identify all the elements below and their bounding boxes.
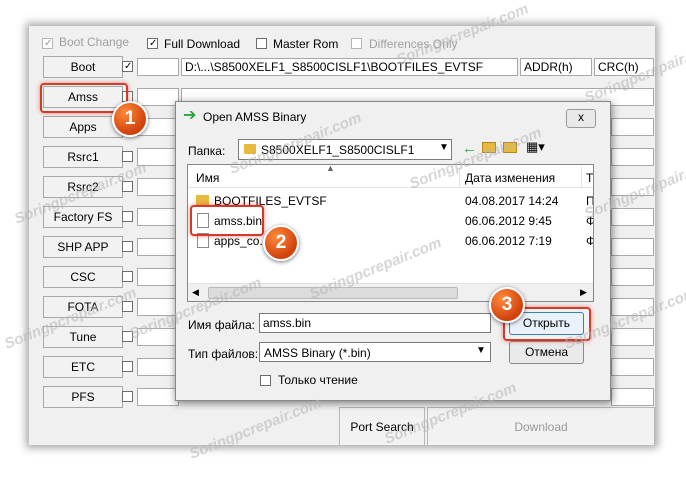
back-arrow-icon: ➔: [183, 107, 197, 124]
factory-fs-button[interactable]: Factory FS: [43, 206, 123, 228]
fota-button[interactable]: FOTA: [43, 296, 123, 318]
filetype-select[interactable]: AMSS Binary (*.bin) ▼: [259, 342, 491, 362]
amss-file-highlight: [190, 205, 264, 236]
csc-row-checkbox[interactable]: [122, 271, 133, 282]
boot-row-checkbox[interactable]: [122, 61, 133, 72]
step-badge-3: 3: [489, 287, 525, 323]
chevron-down-icon: ▼: [476, 345, 486, 356]
close-icon: x: [578, 110, 584, 124]
factory-fs-addr-field[interactable]: [611, 208, 654, 226]
pfs-button[interactable]: PFS: [43, 386, 123, 408]
scrollbar-thumb[interactable]: [208, 287, 458, 299]
pfs-addr-field[interactable]: [611, 388, 654, 406]
boot-change-checkbox[interactable]: [42, 38, 53, 49]
filetype-label: Тип файлов:: [188, 347, 259, 361]
crc-column-header: CRC(h): [594, 58, 654, 76]
filename-label: Имя файла:: [188, 318, 255, 332]
readonly-checkbox[interactable]: [260, 375, 271, 386]
filetype-value: AMSS Binary (*.bin): [264, 346, 371, 360]
tune-row-field[interactable]: [137, 328, 179, 346]
csc-row-field[interactable]: [137, 268, 179, 286]
addr-column-header: ADDR(h): [520, 58, 592, 76]
horizontal-scrollbar[interactable]: ◀ ▶: [188, 283, 593, 301]
folder-icon: [244, 144, 256, 154]
back-icon[interactable]: ←: [462, 140, 477, 157]
step-badge-1: 1: [112, 101, 148, 137]
name-column-header[interactable]: Имя: [196, 171, 219, 185]
csc-addr-field[interactable]: [611, 268, 654, 286]
apps-addr-field[interactable]: [611, 118, 654, 136]
pfs-row-field[interactable]: [137, 388, 179, 406]
differences-only-checkbox[interactable]: [351, 38, 362, 49]
factory-fs-row-field[interactable]: [137, 208, 179, 226]
open-amss-dialog: ➔ Open AMSS Binary x Папка: S8500XELF1_S…: [175, 101, 611, 401]
pfs-row-checkbox[interactable]: [122, 391, 133, 402]
readonly-label: Только чтение: [278, 373, 358, 387]
shp-app-addr-field[interactable]: [611, 238, 654, 256]
boot-path-field[interactable]: D:\...\S8500XELF1_S8500CISLF1\BOOTFILES_…: [181, 58, 518, 76]
master-rom-checkbox[interactable]: [256, 38, 267, 49]
chevron-down-icon: ▼: [439, 142, 449, 153]
rsrc1-addr-field[interactable]: [611, 148, 654, 166]
rsrc2-row-checkbox[interactable]: [122, 181, 133, 192]
filename-input[interactable]: [259, 313, 491, 333]
download-button[interactable]: Download: [427, 407, 655, 445]
differences-only-label: Differences Only: [369, 37, 458, 51]
file-type: Ф: [586, 214, 593, 228]
etc-row-field[interactable]: [137, 358, 179, 376]
boot-row-field[interactable]: [137, 58, 179, 76]
new-folder-icon[interactable]: [503, 142, 517, 153]
file-date: 06.06.2012 7:19: [465, 234, 552, 248]
tune-row-checkbox[interactable]: [122, 331, 133, 342]
etc-button[interactable]: ETC: [43, 356, 123, 378]
port-search-button[interactable]: Port Search: [339, 407, 425, 445]
factory-fs-row-checkbox[interactable]: [122, 211, 133, 222]
rsrc2-addr-field[interactable]: [611, 178, 654, 196]
shp-app-button[interactable]: SHP APP: [43, 236, 123, 258]
type-column-header[interactable]: Т: [586, 171, 593, 185]
file-type: П: [586, 194, 594, 208]
up-folder-icon[interactable]: [482, 142, 496, 153]
scroll-left-icon[interactable]: ◀: [192, 287, 199, 298]
rsrc2-row-field[interactable]: [137, 178, 179, 196]
folder-label: Папка:: [188, 144, 226, 158]
view-menu-icon[interactable]: ▦▾: [526, 139, 545, 155]
sort-up-icon: ▲: [326, 164, 335, 173]
csc-button[interactable]: CSC: [43, 266, 123, 288]
folder-value: S8500XELF1_S8500CISLF1: [261, 143, 415, 157]
dialog-title: Open AMSS Binary: [203, 110, 307, 124]
step-badge-2: 2: [263, 225, 299, 261]
cancel-button[interactable]: Отмена: [509, 341, 584, 364]
fota-row-checkbox[interactable]: [122, 301, 133, 312]
file-type: Ф: [586, 234, 593, 248]
boot-change-label: Boot Change: [59, 35, 130, 49]
file-date: 04.08.2017 14:24: [465, 194, 559, 208]
amss-row-field[interactable]: [137, 88, 179, 106]
boot-button[interactable]: Boot: [43, 56, 123, 78]
rsrc1-row-checkbox[interactable]: [122, 151, 133, 162]
tune-addr-field[interactable]: [611, 328, 654, 346]
close-button[interactable]: x: [566, 109, 596, 128]
etc-addr-field[interactable]: [611, 358, 654, 376]
apps-button[interactable]: Apps: [43, 116, 123, 138]
etc-row-checkbox[interactable]: [122, 361, 133, 372]
tune-button[interactable]: Tune: [43, 326, 123, 348]
rsrc2-button[interactable]: Rsrc2: [43, 176, 123, 198]
scroll-right-icon[interactable]: ▶: [580, 287, 587, 298]
master-rom-label: Master Rom: [273, 37, 339, 51]
full-download-checkbox[interactable]: [147, 38, 158, 49]
fota-row-field[interactable]: [137, 298, 179, 316]
file-list-header: ▲ Имя Дата изменения Т: [188, 165, 593, 188]
fota-addr-field[interactable]: [611, 298, 654, 316]
rsrc1-row-field[interactable]: [137, 148, 179, 166]
dialog-title-bar: ➔ Open AMSS Binary x: [176, 102, 610, 132]
file-date: 06.06.2012 9:45: [465, 214, 552, 228]
full-download-label: Full Download: [164, 37, 241, 51]
shp-app-row-checkbox[interactable]: [122, 241, 133, 252]
date-column-header[interactable]: Дата изменения: [465, 171, 555, 185]
rsrc1-button[interactable]: Rsrc1: [43, 146, 123, 168]
folder-select[interactable]: S8500XELF1_S8500CISLF1 ▼: [238, 139, 452, 160]
shp-app-row-field[interactable]: [137, 238, 179, 256]
